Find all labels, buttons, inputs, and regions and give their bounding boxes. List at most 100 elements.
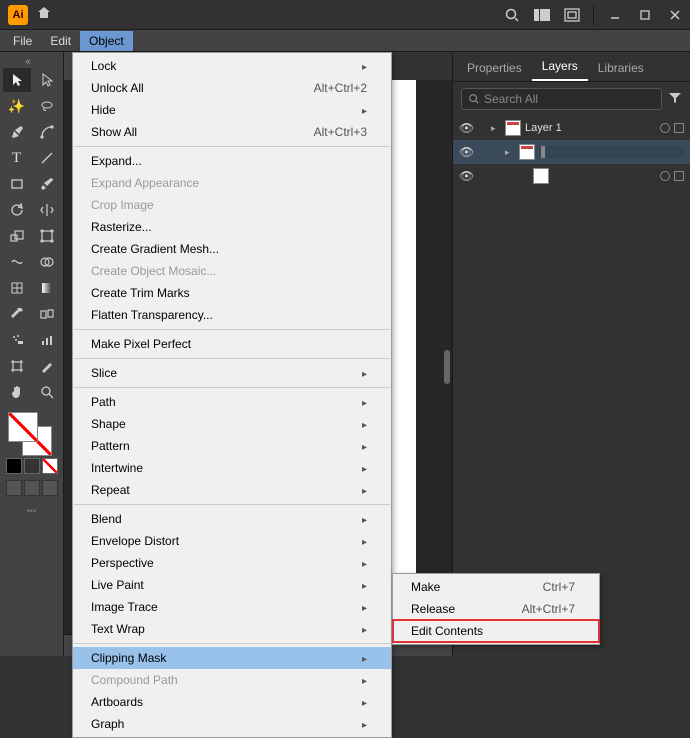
menu-item[interactable]: Graph bbox=[73, 713, 391, 735]
submenu-item[interactable]: ReleaseAlt+Ctrl+7 bbox=[393, 598, 599, 620]
right-panel: Properties Layers Libraries Search All 👁… bbox=[452, 52, 690, 656]
lasso-tool[interactable] bbox=[33, 94, 61, 118]
menu-item[interactable]: Expand... bbox=[73, 150, 391, 172]
visibility-icon[interactable]: 👁 bbox=[459, 169, 473, 183]
width-tool[interactable] bbox=[3, 250, 31, 274]
menu-item: Expand Appearance bbox=[73, 172, 391, 194]
magic-wand-tool[interactable]: ✨ bbox=[3, 94, 31, 118]
submenu-item[interactable]: Edit Contents bbox=[393, 620, 599, 642]
title-bar: Ai bbox=[0, 0, 690, 30]
tab-libraries[interactable]: Libraries bbox=[588, 55, 654, 81]
layer-row[interactable]: 👁▸ bbox=[453, 140, 690, 164]
app-badge: Ai bbox=[8, 5, 28, 25]
menu-item[interactable]: Envelope Distort bbox=[73, 530, 391, 552]
target-icon[interactable] bbox=[660, 123, 670, 133]
selection-indicator bbox=[674, 123, 684, 133]
menu-item[interactable]: Slice bbox=[73, 362, 391, 384]
menu-item[interactable]: Image Trace bbox=[73, 596, 391, 618]
draw-mode-row[interactable] bbox=[6, 480, 58, 496]
menu-file[interactable]: File bbox=[4, 31, 41, 51]
blend-tool[interactable] bbox=[33, 302, 61, 326]
shape-builder-tool[interactable] bbox=[33, 250, 61, 274]
menu-item: Compound Path bbox=[73, 669, 391, 691]
column-graph-tool[interactable] bbox=[33, 328, 61, 352]
menu-item[interactable]: Repeat bbox=[73, 479, 391, 501]
tools-panel: « ✨ T bbox=[0, 52, 64, 656]
layer-name[interactable] bbox=[539, 146, 684, 158]
selection-tool[interactable] bbox=[3, 68, 31, 92]
menu-item[interactable]: Rasterize... bbox=[73, 216, 391, 238]
eyedropper-tool[interactable] bbox=[3, 302, 31, 326]
menu-item[interactable]: Clipping Mask bbox=[73, 647, 391, 669]
menu-item[interactable]: Create Gradient Mesh... bbox=[73, 238, 391, 260]
workspace-icon[interactable] bbox=[529, 2, 555, 28]
curvature-tool[interactable] bbox=[33, 120, 61, 144]
menu-item[interactable]: Perspective bbox=[73, 552, 391, 574]
visibility-icon[interactable]: 👁 bbox=[459, 145, 473, 159]
maximize-button[interactable] bbox=[632, 2, 658, 28]
submenu-item[interactable]: MakeCtrl+7 bbox=[393, 576, 599, 598]
line-tool[interactable] bbox=[33, 146, 61, 170]
direct-selection-tool[interactable] bbox=[33, 68, 61, 92]
filter-icon[interactable] bbox=[668, 91, 682, 108]
pen-tool[interactable] bbox=[3, 120, 31, 144]
slice-tool[interactable] bbox=[33, 354, 61, 378]
zoom-tool[interactable] bbox=[33, 380, 61, 404]
scrollbar-thumb[interactable] bbox=[444, 350, 450, 384]
target-icon[interactable] bbox=[660, 171, 670, 181]
minimize-button[interactable] bbox=[602, 2, 628, 28]
selection-indicator bbox=[543, 146, 545, 158]
menu-bar: File Edit Object bbox=[0, 30, 690, 52]
color-mode-row[interactable] bbox=[6, 458, 58, 474]
menu-item[interactable]: Intertwine bbox=[73, 457, 391, 479]
menu-item[interactable]: Create Trim Marks bbox=[73, 282, 391, 304]
layer-row[interactable]: 👁 bbox=[453, 164, 690, 188]
close-button[interactable] bbox=[662, 2, 688, 28]
menu-item[interactable]: Shape bbox=[73, 413, 391, 435]
tools-more-icon[interactable]: ••• bbox=[27, 506, 36, 516]
visibility-icon[interactable]: 👁 bbox=[459, 121, 473, 135]
menu-item[interactable]: Flatten Transparency... bbox=[73, 304, 391, 326]
type-tool[interactable]: T bbox=[3, 146, 31, 170]
free-transform-tool[interactable] bbox=[33, 224, 61, 248]
menu-item[interactable]: Text Wrap bbox=[73, 618, 391, 640]
menu-object[interactable]: Object bbox=[80, 31, 133, 51]
fill-stroke-swatch[interactable] bbox=[4, 412, 60, 456]
menu-item[interactable]: Lock bbox=[73, 55, 391, 77]
layer-row[interactable]: 👁 ▸ Layer 1 bbox=[453, 116, 690, 140]
tab-properties[interactable]: Properties bbox=[457, 55, 532, 81]
menu-item[interactable]: Live Paint bbox=[73, 574, 391, 596]
tab-layers[interactable]: Layers bbox=[532, 53, 588, 81]
menu-item[interactable]: Pattern bbox=[73, 435, 391, 457]
menu-item[interactable]: Make Pixel Perfect bbox=[73, 333, 391, 355]
tools-collapse-icon[interactable]: « bbox=[26, 56, 38, 64]
layer-thumb bbox=[519, 144, 535, 160]
menu-item[interactable]: Unlock AllAlt+Ctrl+2 bbox=[73, 77, 391, 99]
menu-item[interactable]: Path bbox=[73, 391, 391, 413]
artboard-tool[interactable] bbox=[3, 354, 31, 378]
layer-name[interactable]: Layer 1 bbox=[525, 122, 656, 134]
menu-item: Crop Image bbox=[73, 194, 391, 216]
layer-thumb bbox=[505, 120, 521, 136]
home-icon[interactable] bbox=[36, 5, 52, 24]
rotate-tool[interactable] bbox=[3, 198, 31, 222]
menu-item[interactable]: Artboards bbox=[73, 691, 391, 713]
menu-edit[interactable]: Edit bbox=[41, 31, 80, 51]
paintbrush-tool[interactable] bbox=[33, 172, 61, 196]
search-icon[interactable] bbox=[499, 2, 525, 28]
arrange-icon[interactable] bbox=[559, 2, 585, 28]
mesh-tool[interactable] bbox=[3, 276, 31, 300]
menu-item[interactable]: Blend bbox=[73, 508, 391, 530]
menu-item[interactable]: Hide bbox=[73, 99, 391, 121]
reflect-tool[interactable] bbox=[33, 198, 61, 222]
symbol-sprayer-tool[interactable] bbox=[3, 328, 31, 352]
menu-item[interactable]: Show AllAlt+Ctrl+3 bbox=[73, 121, 391, 143]
layers-search[interactable]: Search All bbox=[461, 88, 662, 110]
selection-indicator bbox=[674, 171, 684, 181]
gradient-tool[interactable] bbox=[33, 276, 61, 300]
expand-icon[interactable]: ▸ bbox=[491, 123, 501, 134]
hand-tool[interactable] bbox=[3, 380, 31, 404]
expand-icon[interactable]: ▸ bbox=[505, 147, 515, 158]
scale-tool[interactable] bbox=[3, 224, 31, 248]
rectangle-tool[interactable] bbox=[3, 172, 31, 196]
